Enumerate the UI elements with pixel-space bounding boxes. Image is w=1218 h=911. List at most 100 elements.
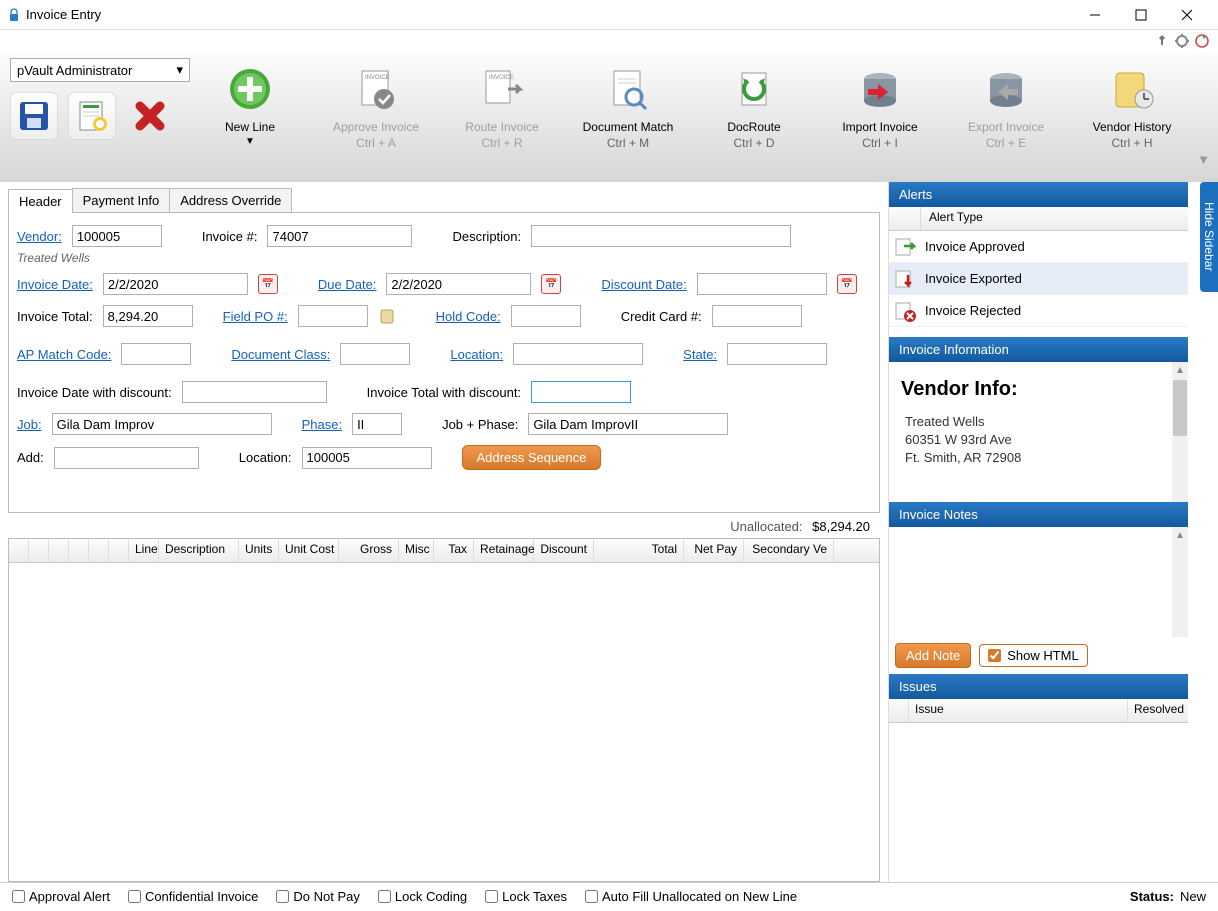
grid-column-header[interactable]: Misc [399, 539, 434, 562]
maximize-button[interactable] [1118, 0, 1164, 30]
grid-column-header[interactable]: Total [594, 539, 684, 562]
state-label[interactable]: State: [683, 347, 717, 362]
location-label[interactable]: Location: [450, 347, 503, 362]
invoice-num-field[interactable] [267, 225, 412, 247]
field-po-field[interactable] [298, 305, 368, 327]
pin-icon[interactable] [1154, 33, 1170, 49]
line-items-grid[interactable]: LineDescriptionUnitsUnit CostGrossMiscTa… [8, 538, 880, 882]
job-field[interactable] [52, 413, 272, 435]
tab-header[interactable]: Header [8, 189, 73, 213]
toolbar-new-line[interactable]: New Line▼ [200, 58, 300, 150]
grid-column-header[interactable]: Unit Cost [279, 539, 339, 562]
toolbar-allocations[interactable]: Allocations▼ [1208, 58, 1218, 150]
grid-selector-col[interactable] [49, 539, 69, 562]
tab-address-override[interactable]: Address Override [169, 188, 292, 212]
delete-button[interactable] [126, 92, 174, 140]
refresh-icon[interactable] [1194, 33, 1210, 49]
grid-column-header[interactable]: Description [159, 539, 239, 562]
toolbar-import-invoice[interactable]: Import InvoiceCtrl + I [830, 58, 930, 150]
grid-selector-col[interactable] [9, 539, 29, 562]
grid-column-header[interactable]: Retainage [474, 539, 534, 562]
hold-code-field[interactable] [511, 305, 581, 327]
tab-payment-info[interactable]: Payment Info [72, 188, 171, 212]
grid-selector-col[interactable] [29, 539, 49, 562]
calendar-icon[interactable]: 📅 [541, 274, 561, 294]
location2-field[interactable] [302, 447, 432, 469]
inv-total-disc-field[interactable] [531, 381, 631, 403]
toolbar-docroute[interactable]: DocRouteCtrl + D [704, 58, 804, 150]
ribbon-expand-icon[interactable]: ▼ [1197, 152, 1210, 167]
status-check-auto-fill-unallocated-on-new-line[interactable]: Auto Fill Unallocated on New Line [585, 889, 797, 904]
close-button[interactable] [1164, 0, 1210, 30]
state-field[interactable] [727, 343, 827, 365]
grid-column-header[interactable]: Discount [534, 539, 594, 562]
ap-match-field[interactable] [121, 343, 191, 365]
notes-body[interactable]: ▲ [889, 527, 1188, 637]
phase-field[interactable] [352, 413, 402, 435]
hide-sidebar-tab[interactable]: Hide Sidebar [1200, 182, 1218, 292]
doc-class-field[interactable] [340, 343, 410, 365]
discount-date-label[interactable]: Discount Date: [601, 277, 686, 292]
add-note-button[interactable]: Add Note [895, 643, 971, 668]
invoice-date-field[interactable] [103, 273, 248, 295]
calendar-icon[interactable]: 📅 [837, 274, 857, 294]
save-button[interactable] [10, 92, 58, 140]
status-check-lock-taxes[interactable]: Lock Taxes [485, 889, 567, 904]
due-date-label[interactable]: Due Date: [318, 277, 377, 292]
checkbox[interactable] [378, 890, 391, 903]
phase-label[interactable]: Phase: [302, 417, 342, 432]
checkbox[interactable] [128, 890, 141, 903]
discount-date-field[interactable] [697, 273, 827, 295]
job-label[interactable]: Job: [17, 417, 42, 432]
checkbox[interactable] [485, 890, 498, 903]
vendor-field[interactable] [72, 225, 162, 247]
grid-selector-col[interactable] [69, 539, 89, 562]
toolbar-vendor-history[interactable]: Vendor HistoryCtrl + H [1082, 58, 1182, 150]
toolbar-label: Document Match [583, 120, 674, 134]
alert-row[interactable]: Invoice Rejected [889, 295, 1188, 327]
grid-column-header[interactable]: Gross [339, 539, 399, 562]
status-check-lock-coding[interactable]: Lock Coding [378, 889, 467, 904]
grid-column-header[interactable]: Units [239, 539, 279, 562]
checkbox[interactable] [276, 890, 289, 903]
doc-class-label[interactable]: Document Class: [231, 347, 330, 362]
toolbar-document-match[interactable]: Document MatchCtrl + M [578, 58, 678, 150]
inv-date-disc-field[interactable] [182, 381, 327, 403]
status-check-do-not-pay[interactable]: Do Not Pay [276, 889, 359, 904]
vendor-label[interactable]: Vendor: [17, 229, 62, 244]
alert-row[interactable]: Invoice Approved [889, 231, 1188, 263]
gear-icon[interactable] [1174, 33, 1190, 49]
invoice-date-label[interactable]: Invoice Date: [17, 277, 93, 292]
invoice-total-field[interactable] [103, 305, 193, 327]
status-check-approval-alert[interactable]: Approval Alert [12, 889, 110, 904]
user-dropdown[interactable]: pVault Administrator ▾ [10, 58, 190, 82]
clipboard-icon[interactable] [378, 307, 396, 325]
grid-column-header[interactable]: Tax [434, 539, 474, 562]
grid-selector-col[interactable] [89, 539, 109, 562]
checkbox[interactable] [12, 890, 25, 903]
show-html-checkbox[interactable] [988, 649, 1001, 662]
due-date-field[interactable] [386, 273, 531, 295]
status-check-confidential-invoice[interactable]: Confidential Invoice [128, 889, 258, 904]
new-invoice-button[interactable] [68, 92, 116, 140]
calendar-icon[interactable]: 📅 [258, 274, 278, 294]
grid-column-header[interactable]: Line [129, 539, 159, 562]
credit-card-field[interactable] [712, 305, 802, 327]
grid-column-header[interactable]: Net Pay [684, 539, 744, 562]
grid-selector-col[interactable] [109, 539, 129, 562]
scrollbar[interactable]: ▲ [1172, 527, 1188, 637]
checkbox[interactable] [585, 890, 598, 903]
alert-row[interactable]: Invoice Exported [889, 263, 1188, 295]
field-po-label[interactable]: Field PO #: [223, 309, 288, 324]
show-html-toggle[interactable]: Show HTML [979, 644, 1088, 667]
description-field[interactable] [531, 225, 791, 247]
grid-column-header[interactable]: Secondary Ve [744, 539, 834, 562]
minimize-button[interactable] [1072, 0, 1118, 30]
address-sequence-button[interactable]: Address Sequence [462, 445, 602, 470]
hold-code-label[interactable]: Hold Code: [436, 309, 501, 324]
job-phase-field[interactable] [528, 413, 728, 435]
ap-match-label[interactable]: AP Match Code: [17, 347, 111, 362]
add-field[interactable] [54, 447, 199, 469]
location-field[interactable] [513, 343, 643, 365]
scrollbar[interactable]: ▲ [1172, 362, 1188, 502]
